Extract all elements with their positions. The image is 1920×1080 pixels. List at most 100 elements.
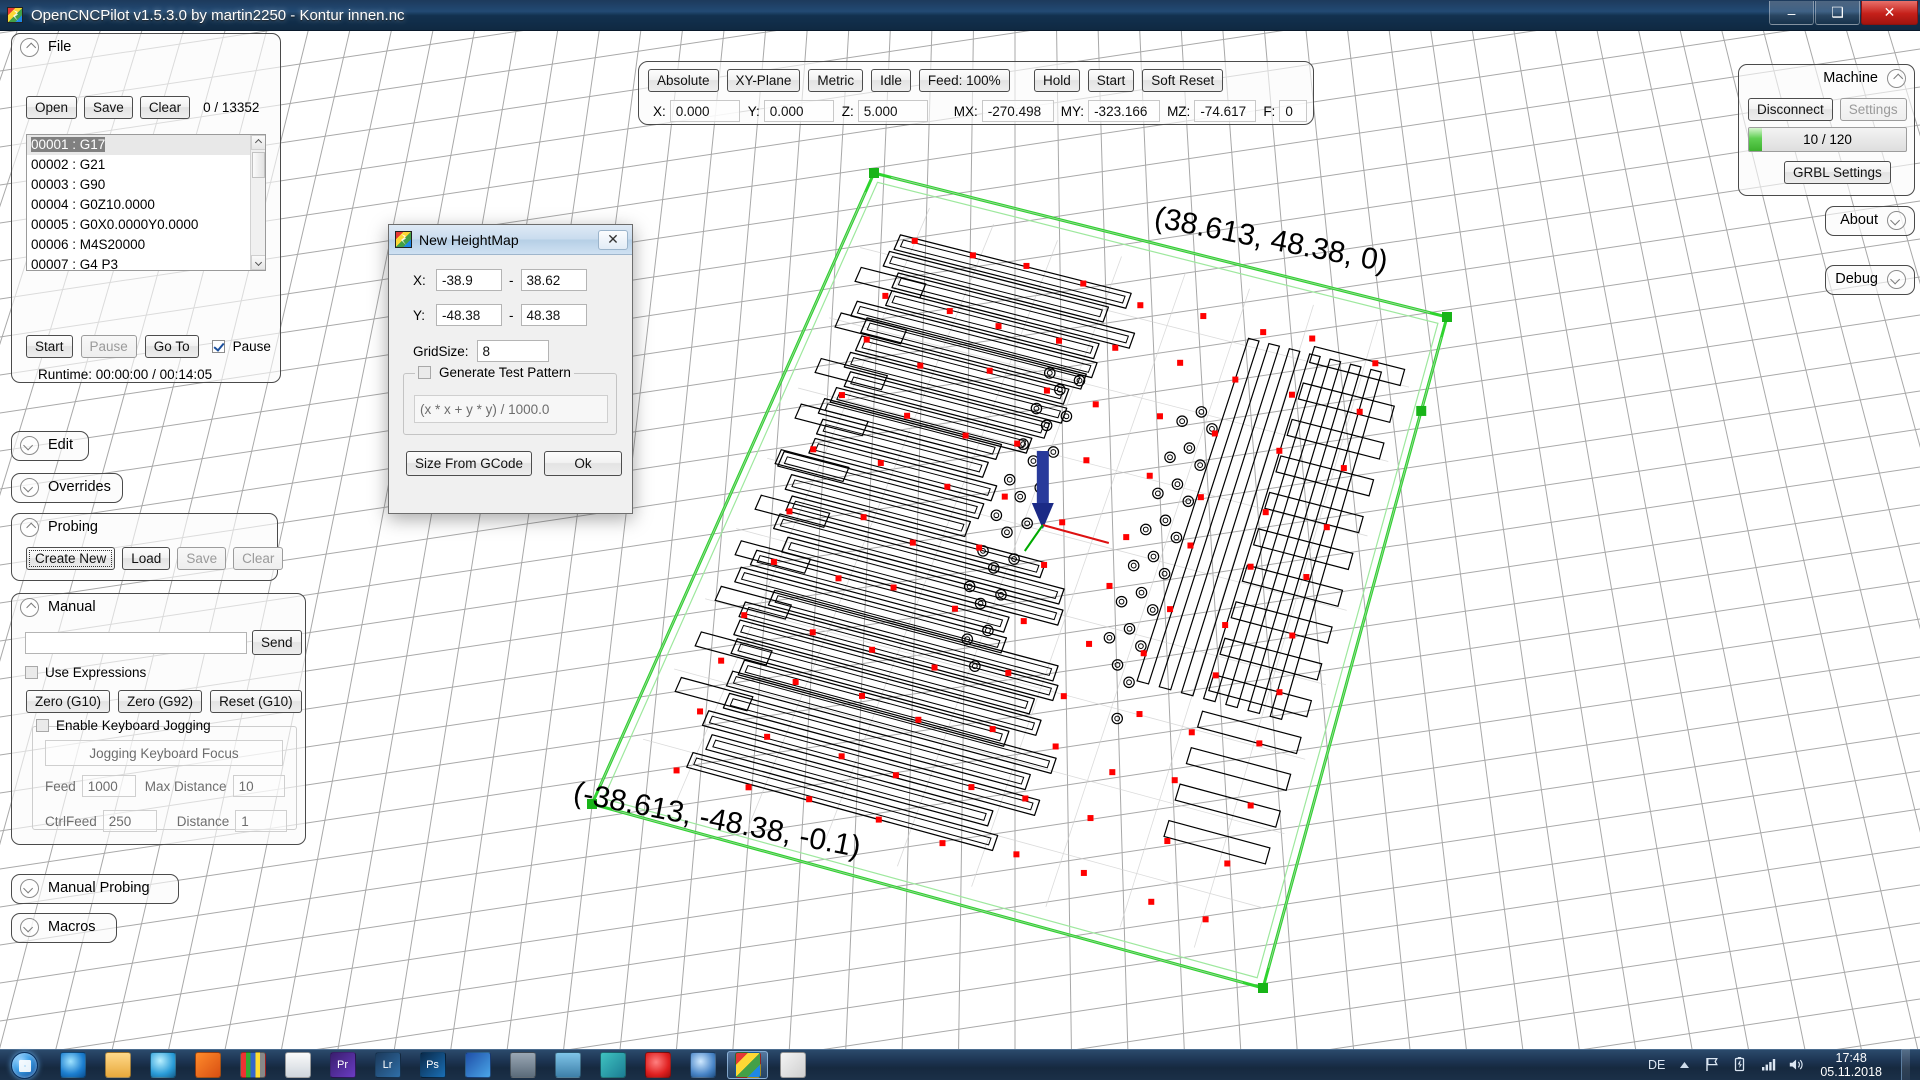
debug-panel-header[interactable]: Debug [1826,266,1914,292]
taskbar-item-app-blue[interactable] [457,1051,498,1079]
manual-command-input[interactable] [25,631,247,654]
size-from-gcode-button[interactable]: Size From GCode [406,451,533,476]
machine-panel-header[interactable]: Machine [1739,65,1914,91]
enable-keyboard-jogging-checkbox[interactable] [36,719,49,732]
gcode-line[interactable]: 00003 : G90 [27,175,265,195]
grbl-settings-button[interactable]: GRBL Settings [1784,161,1891,184]
volume-icon[interactable] [1788,1056,1805,1073]
taskbar-item-app-globe[interactable] [682,1051,723,1079]
distance-input[interactable]: 1 [235,810,288,832]
gcode-line[interactable]: 00006 : M4S20000 [27,235,265,255]
xy-plane-button[interactable]: XY-Plane [726,69,801,92]
y-max-input[interactable]: 48.38 [520,304,587,326]
maximize-button[interactable]: ❑ [1815,1,1860,25]
gcode-line[interactable]: 00007 : G4 P3 [27,255,265,270]
macros-panel-header[interactable]: Macros [12,914,116,940]
edit-panel-header[interactable]: Edit [12,432,88,458]
taskbar-item-adobe-premiere[interactable]: Pr [322,1051,363,1079]
create-new-button[interactable]: Create New [26,547,116,570]
reset-g10-button[interactable]: Reset (G10) [210,690,302,713]
taskbar-item-app-teal[interactable] [592,1051,633,1079]
zero-g10-button[interactable]: Zero (G10) [26,690,111,713]
scroll-down-icon[interactable] [251,255,265,270]
ok-button[interactable]: Ok [544,451,623,476]
absolute-button[interactable]: Absolute [648,69,719,92]
soft-reset-button[interactable]: Soft Reset [1142,69,1224,92]
clear-button[interactable]: Clear [139,96,191,119]
x-max-input[interactable]: 38.62 [520,269,587,291]
taskbar-item-app-colorbars[interactable] [232,1051,273,1079]
taskbar-item-internet-explorer[interactable] [52,1051,93,1079]
minimize-button[interactable]: – [1769,1,1814,25]
feed-override-button[interactable]: Feed: 100% [918,69,1010,92]
start-button[interactable] [2,1050,46,1080]
network-signal-icon[interactable] [1760,1056,1777,1073]
overrides-panel-header[interactable]: Overrides [12,474,122,500]
language-indicator[interactable]: DE [1648,1058,1665,1072]
send-button[interactable]: Send [252,630,302,655]
gcode-line[interactable]: 00005 : G0X0.0000Y0.0000 [27,215,265,235]
taskbar-item-text-editor[interactable] [277,1051,318,1079]
pause-checkbox[interactable] [211,340,225,353]
chevron-up-icon[interactable] [1887,68,1906,88]
scrollbar-thumb[interactable] [252,152,265,178]
load-button[interactable]: Load [122,547,171,570]
jogging-keyboard-focus-button[interactable]: Jogging Keyboard Focus [45,740,283,766]
gcode-line[interactable]: 00002 : G21 [27,155,265,175]
feed-input[interactable]: 1000 [81,775,136,797]
taskbar-item-app-picture[interactable] [547,1051,588,1079]
taskbar-item-app-building[interactable] [502,1051,543,1079]
macros-panel[interactable]: Macros [11,913,117,943]
chevron-down-icon[interactable] [1887,269,1906,289]
chevron-down-icon[interactable] [20,477,39,497]
goto-button[interactable]: Go To [144,335,199,358]
taskbar-item-adobe-lightroom[interactable]: Lr [367,1051,408,1079]
chevron-down-icon[interactable] [20,435,39,455]
dialog-close-icon[interactable]: ✕ [598,229,628,250]
taskbar-item-opera-browser[interactable] [637,1051,678,1079]
manual-panel-header[interactable]: Manual [12,594,305,620]
gridsize-input[interactable]: 8 [476,340,549,362]
chevron-up-icon[interactable] [20,517,39,537]
gcode-line[interactable]: 00004 : G0Z10.0000 [27,195,265,215]
idle-status-button[interactable]: Idle [871,69,911,92]
save-button[interactable]: Save [84,96,133,119]
generate-test-pattern-checkbox[interactable] [418,366,431,379]
gcode-scrollbar[interactable] [250,135,265,270]
test-pattern-expression-input[interactable]: (x * x + y * y) / 1000.0 [414,395,608,423]
about-panel[interactable]: About [1825,206,1915,236]
disconnect-button[interactable]: Disconnect [1748,98,1833,121]
taskbar-item-windows-explorer[interactable] [97,1051,138,1079]
clock[interactable]: 17:48 05.11.2018 [1820,1051,1882,1079]
metric-button[interactable]: Metric [808,69,864,92]
chevron-down-icon[interactable] [1887,210,1906,230]
debug-panel[interactable]: Debug [1825,265,1915,295]
close-button[interactable]: ✕ [1861,1,1918,25]
start-button[interactable]: Start [26,335,73,358]
3d-viewport[interactable]: (38.613, 48.38, 0) (-38.613, -48.38, -0.… [0,31,1920,1049]
chevron-up-icon[interactable] [20,37,39,57]
scroll-up-icon[interactable] [251,135,265,150]
gcode-list[interactable]: 00001 : G17 00002 : G21 00003 : G90 0000… [26,134,266,271]
use-expressions-checkbox[interactable] [25,666,38,679]
battery-charging-icon[interactable] [1732,1056,1749,1073]
edit-panel[interactable]: Edit [11,431,89,461]
taskbar-item-media-player[interactable] [142,1051,183,1079]
taskbar-item-app-orange[interactable] [187,1051,228,1079]
taskbar-item-ms-paint[interactable] [772,1051,813,1079]
manual-probing-panel-header[interactable]: Manual Probing [12,875,178,901]
manual-probing-panel[interactable]: Manual Probing [11,874,179,904]
hold-button[interactable]: Hold [1034,69,1080,92]
show-desktop-button[interactable] [1901,1049,1910,1080]
taskbar-item-adobe-photoshop[interactable]: Ps [412,1051,453,1079]
chevron-up-icon[interactable] [20,597,39,617]
taskbar-item-opencncpilot[interactable] [727,1051,768,1079]
gcode-line[interactable]: 00001 : G17 [27,135,265,155]
open-button[interactable]: Open [26,96,78,119]
about-panel-header[interactable]: About [1826,207,1914,233]
y-min-input[interactable]: -48.38 [436,304,502,326]
overrides-panel[interactable]: Overrides [11,473,123,503]
max-distance-input[interactable]: 10 [232,775,285,797]
cycle-start-button[interactable]: Start [1087,69,1135,92]
ctrlfeed-input[interactable]: 250 [102,810,157,832]
